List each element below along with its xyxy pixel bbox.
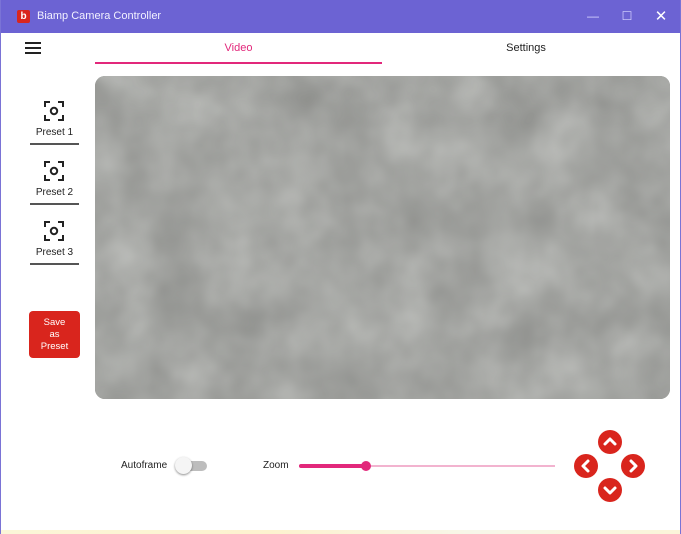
autoframe-label: Autoframe: [121, 460, 168, 471]
preset-1-underline: [30, 143, 79, 145]
autoframe-toggle-thumb: [175, 457, 192, 474]
camera-focus-icon: [44, 161, 64, 181]
pan-down-button[interactable]: [598, 478, 622, 502]
chevron-down-icon: [603, 486, 617, 495]
maximize-button[interactable]: ☐: [610, 0, 644, 33]
biamp-logo-icon: b: [17, 10, 30, 23]
autoframe-toggle[interactable]: [173, 457, 209, 475]
save-as-preset-button[interactable]: Save as Preset: [29, 311, 80, 358]
minimize-button[interactable]: —: [576, 0, 610, 33]
preset-3-label: Preset 3: [35, 247, 74, 258]
zoom-label: Zoom: [263, 460, 289, 471]
window-title: Biamp Camera Controller: [37, 10, 162, 22]
preset-1-button[interactable]: Preset 1: [30, 100, 79, 148]
video-frame-image: [95, 76, 670, 399]
pan-up-button[interactable]: [598, 430, 622, 454]
tab-video[interactable]: Video: [95, 33, 382, 64]
pan-left-button[interactable]: [574, 454, 598, 478]
pan-right-button[interactable]: [621, 454, 645, 478]
app-window: b Biamp Camera Controller — ☐ ✕ Video Se…: [0, 0, 681, 534]
chevron-up-icon: [603, 437, 617, 446]
hamburger-menu-icon[interactable]: [25, 42, 41, 56]
preset-2-label: Preset 2: [35, 187, 74, 198]
preset-3-button[interactable]: Preset 3: [30, 220, 79, 268]
video-feed: [95, 76, 670, 399]
camera-focus-icon: [44, 221, 64, 241]
tab-settings[interactable]: Settings: [384, 33, 668, 64]
preset-2-underline: [30, 203, 79, 205]
zoom-slider-thumb[interactable]: [360, 461, 371, 471]
bottom-edge: [1, 530, 680, 534]
chevron-left-icon: [581, 459, 590, 473]
close-button[interactable]: ✕: [644, 0, 678, 33]
camera-focus-icon: [44, 101, 64, 121]
preset-2-button[interactable]: Preset 2: [30, 160, 79, 208]
title-bar: b Biamp Camera Controller — ☐ ✕: [1, 0, 680, 33]
preset-3-underline: [30, 263, 79, 265]
chevron-right-icon: [629, 459, 638, 473]
preset-1-label: Preset 1: [35, 127, 74, 138]
zoom-slider[interactable]: [299, 458, 555, 474]
zoom-slider-fill: [299, 464, 366, 468]
